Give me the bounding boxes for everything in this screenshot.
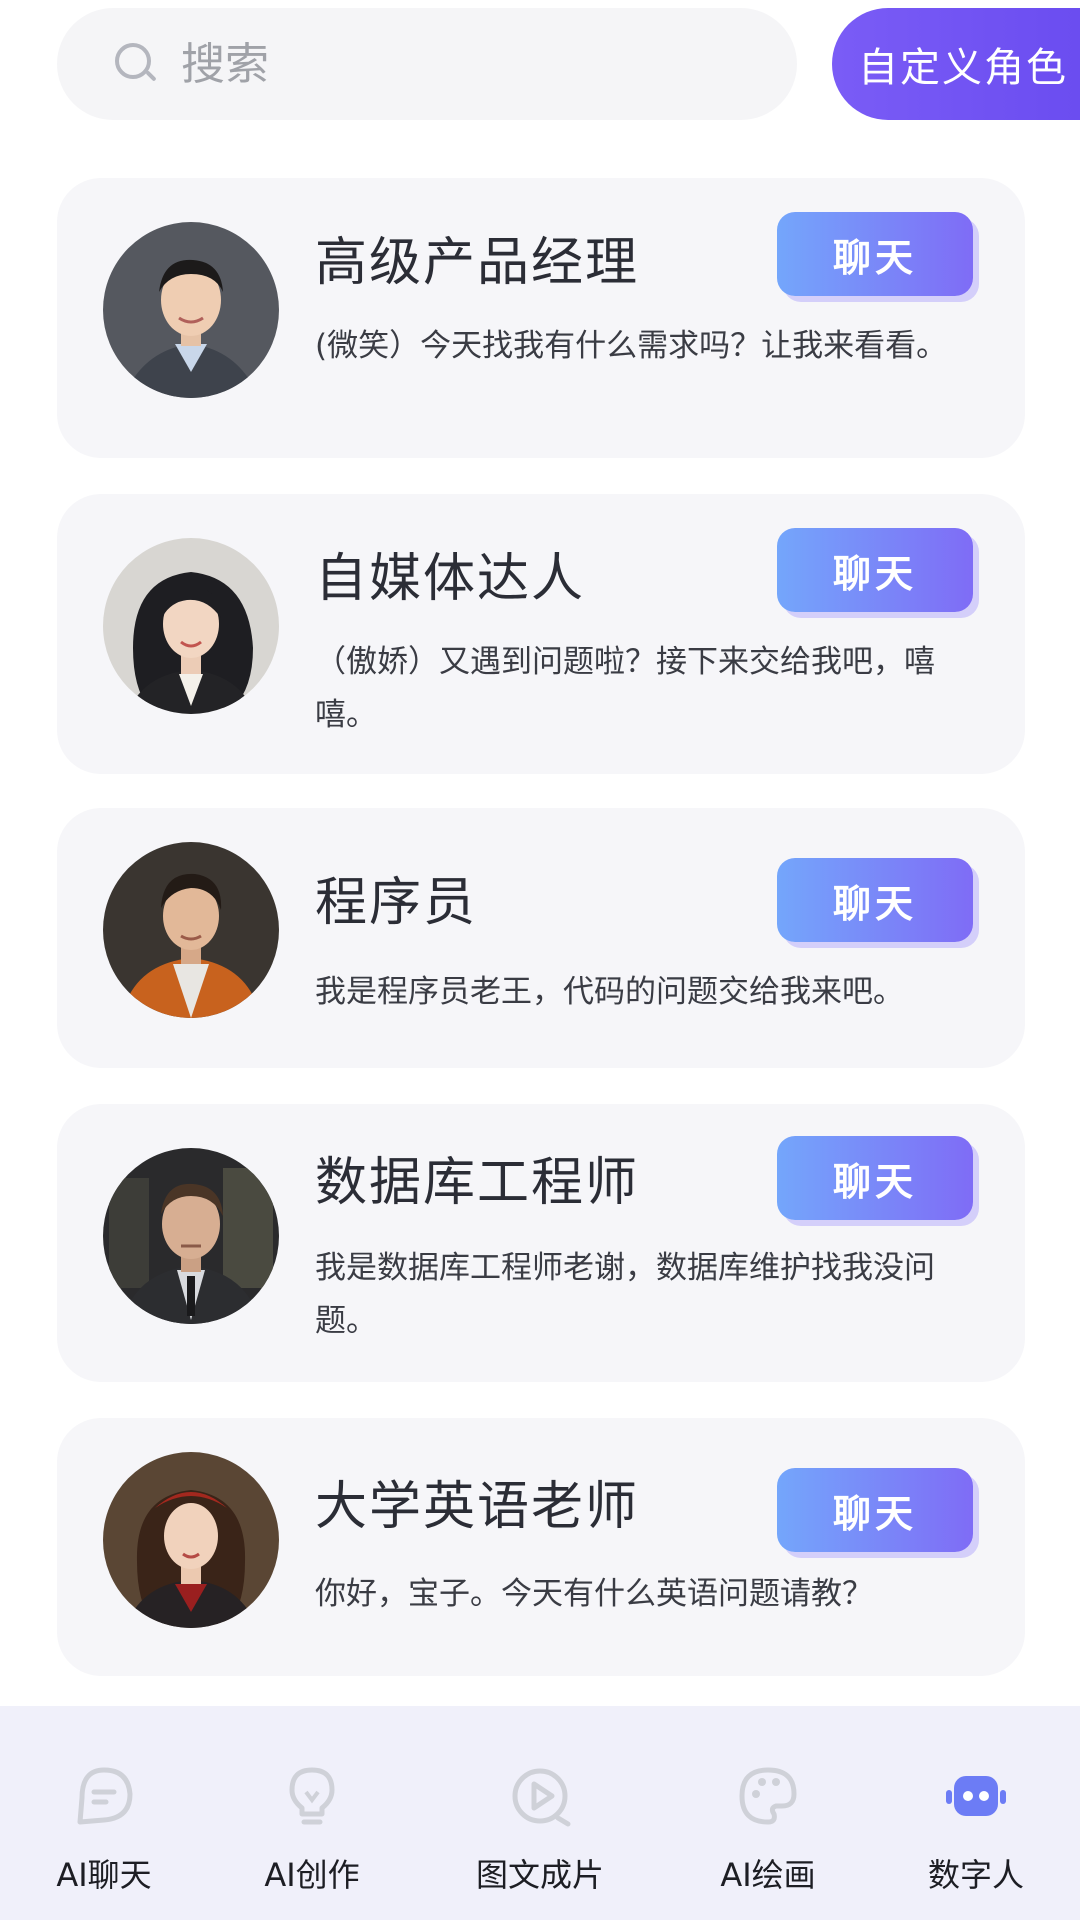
nav-item-image-video[interactable]: 图文成片 bbox=[450, 1764, 630, 1896]
chat-button[interactable]: 聊天 bbox=[777, 1136, 973, 1220]
role-card-programmer[interactable]: 程序员 聊天 我是程序员老王，代码的问题交给我来吧。 bbox=[57, 808, 1025, 1068]
bottom-navigation: AI聊天 AI创作 图文成片 AI绘画 数字人 bbox=[0, 1706, 1080, 1920]
nav-label: AI创作 bbox=[264, 1856, 360, 1894]
avatar bbox=[103, 842, 279, 1018]
search-input[interactable] bbox=[181, 38, 701, 90]
nav-item-digital-human[interactable]: 数字人 bbox=[886, 1764, 1066, 1896]
palette-icon bbox=[736, 1764, 800, 1828]
avatar bbox=[103, 1148, 279, 1324]
role-card-database-engineer[interactable]: 数据库工程师 聊天 我是数据库工程师老谢，数据库维护找我没问题。 bbox=[57, 1104, 1025, 1382]
role-description: 我是数据库工程师老谢，数据库维护找我没问题。 bbox=[315, 1250, 935, 1339]
avatar bbox=[103, 538, 279, 714]
custom-role-button[interactable]: 自定义角色 bbox=[832, 8, 1080, 120]
role-description: （傲娇）又遇到问题啦？接下来交给我吧，嘻嘻。 bbox=[315, 644, 935, 733]
role-description: 你好，宝子。今天有什么英语问题请教？ bbox=[315, 1576, 873, 1612]
nav-label: 数字人 bbox=[927, 1856, 1024, 1894]
search-bar[interactable] bbox=[57, 8, 797, 120]
nav-item-ai-painting[interactable]: AI绘画 bbox=[678, 1764, 858, 1896]
avatar bbox=[103, 1452, 279, 1628]
role-title: 程序员 bbox=[315, 873, 478, 933]
role-description: 我是程序员老王，代码的问题交给我来吧。 bbox=[315, 974, 904, 1010]
role-card-product-manager[interactable]: 高级产品经理 聊天 (微笑）今天找我有什么需求吗？让我来看看。 bbox=[57, 178, 1025, 458]
digital-human-page: 自定义角色 高级产品经理 聊天 (微笑）今天找我有什么需求吗？让我来看看。 bbox=[0, 0, 1080, 1920]
role-description: (微笑）今天找我有什么需求吗？让我来看看。 bbox=[315, 328, 948, 364]
nav-label: 图文成片 bbox=[475, 1856, 604, 1894]
avatar bbox=[103, 222, 279, 398]
chat-button[interactable]: 聊天 bbox=[777, 858, 973, 942]
robot-icon bbox=[944, 1764, 1008, 1828]
chat-icon bbox=[72, 1764, 136, 1828]
chat-button[interactable]: 聊天 bbox=[777, 1468, 973, 1552]
role-title: 大学英语老师 bbox=[315, 1477, 640, 1537]
role-card-media-influencer[interactable]: 自媒体达人 聊天 （傲娇）又遇到问题啦？接下来交给我吧，嘻嘻。 bbox=[57, 494, 1025, 774]
nav-label: AI绘画 bbox=[720, 1856, 816, 1894]
play-icon bbox=[508, 1764, 572, 1828]
role-title: 高级产品经理 bbox=[315, 233, 640, 293]
role-card-english-teacher[interactable]: 大学英语老师 聊天 你好，宝子。今天有什么英语问题请教？ bbox=[57, 1418, 1025, 1676]
chat-button[interactable]: 聊天 bbox=[777, 212, 973, 296]
nav-item-ai-create[interactable]: AI创作 bbox=[222, 1764, 402, 1896]
search-icon bbox=[113, 41, 159, 87]
role-title: 自媒体达人 bbox=[315, 549, 586, 609]
chat-button[interactable]: 聊天 bbox=[777, 528, 973, 612]
nav-label: AI聊天 bbox=[56, 1856, 152, 1894]
role-title: 数据库工程师 bbox=[315, 1153, 640, 1213]
lightbulb-icon bbox=[280, 1764, 344, 1828]
nav-item-ai-chat[interactable]: AI聊天 bbox=[14, 1764, 194, 1896]
